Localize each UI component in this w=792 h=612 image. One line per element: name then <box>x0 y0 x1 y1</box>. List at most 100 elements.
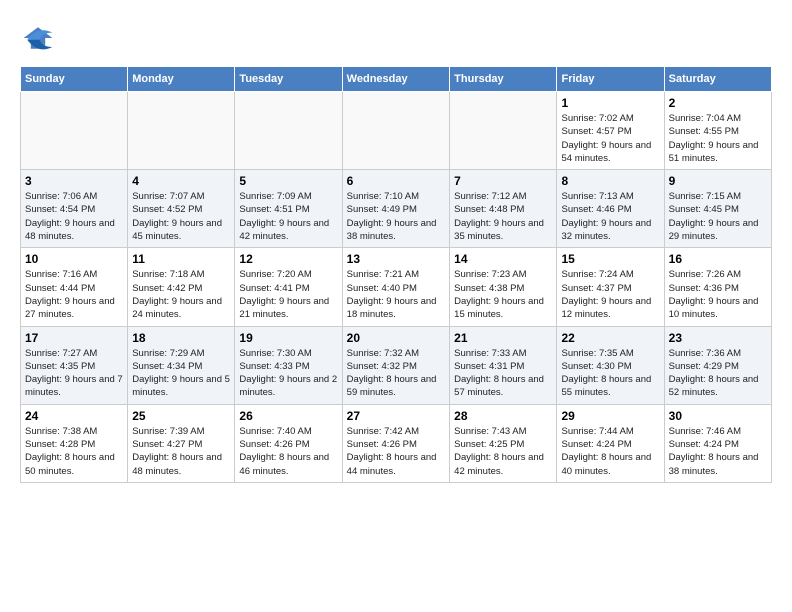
day-info: Sunrise: 7:24 AM Sunset: 4:37 PM Dayligh… <box>561 268 659 321</box>
calendar-cell: 7 Sunrise: 7:12 AM Sunset: 4:48 PM Daylig… <box>450 170 557 248</box>
day-info: Sunrise: 7:40 AM Sunset: 4:26 PM Dayligh… <box>239 425 337 478</box>
calendar-cell: 18 Sunrise: 7:29 AM Sunset: 4:34 PM Dayli… <box>128 326 235 404</box>
day-info: Sunrise: 7:43 AM Sunset: 4:25 PM Dayligh… <box>454 425 552 478</box>
calendar-cell <box>342 92 449 170</box>
col-header-tuesday: Tuesday <box>235 67 342 92</box>
day-number: 25 <box>132 409 230 423</box>
day-info: Sunrise: 7:13 AM Sunset: 4:46 PM Dayligh… <box>561 190 659 243</box>
logo-icon <box>20 20 56 56</box>
day-info: Sunrise: 7:21 AM Sunset: 4:40 PM Dayligh… <box>347 268 445 321</box>
day-number: 22 <box>561 331 659 345</box>
day-number: 5 <box>239 174 337 188</box>
calendar-cell: 2 Sunrise: 7:04 AM Sunset: 4:55 PM Daylig… <box>664 92 771 170</box>
calendar-cell <box>21 92 128 170</box>
calendar-cell: 21 Sunrise: 7:33 AM Sunset: 4:31 PM Dayli… <box>450 326 557 404</box>
day-info: Sunrise: 7:35 AM Sunset: 4:30 PM Dayligh… <box>561 347 659 400</box>
calendar-cell: 13 Sunrise: 7:21 AM Sunset: 4:40 PM Dayli… <box>342 248 449 326</box>
col-header-monday: Monday <box>128 67 235 92</box>
day-number: 6 <box>347 174 445 188</box>
day-info: Sunrise: 7:30 AM Sunset: 4:33 PM Dayligh… <box>239 347 337 400</box>
calendar-cell <box>235 92 342 170</box>
col-header-sunday: Sunday <box>21 67 128 92</box>
day-info: Sunrise: 7:38 AM Sunset: 4:28 PM Dayligh… <box>25 425 123 478</box>
day-info: Sunrise: 7:09 AM Sunset: 4:51 PM Dayligh… <box>239 190 337 243</box>
calendar-cell: 19 Sunrise: 7:30 AM Sunset: 4:33 PM Dayli… <box>235 326 342 404</box>
day-info: Sunrise: 7:07 AM Sunset: 4:52 PM Dayligh… <box>132 190 230 243</box>
day-number: 10 <box>25 252 123 266</box>
logo <box>20 20 62 56</box>
day-info: Sunrise: 7:18 AM Sunset: 4:42 PM Dayligh… <box>132 268 230 321</box>
day-number: 12 <box>239 252 337 266</box>
day-info: Sunrise: 7:16 AM Sunset: 4:44 PM Dayligh… <box>25 268 123 321</box>
calendar-cell <box>128 92 235 170</box>
col-header-saturday: Saturday <box>664 67 771 92</box>
day-number: 18 <box>132 331 230 345</box>
day-number: 19 <box>239 331 337 345</box>
calendar-week-5: 24 Sunrise: 7:38 AM Sunset: 4:28 PM Dayli… <box>21 404 772 482</box>
day-number: 13 <box>347 252 445 266</box>
day-number: 30 <box>669 409 767 423</box>
calendar-cell: 29Sunrise: 7:44 AM Sunset: 4:24 PM Dayli… <box>557 404 664 482</box>
day-number: 7 <box>454 174 552 188</box>
col-header-thursday: Thursday <box>450 67 557 92</box>
calendar-cell: 28 Sunrise: 7:43 AM Sunset: 4:25 PM Dayli… <box>450 404 557 482</box>
day-info: Sunrise: 7:33 AM Sunset: 4:31 PM Dayligh… <box>454 347 552 400</box>
day-info: Sunrise: 7:44 AM Sunset: 4:24 PM Dayligh… <box>561 425 659 478</box>
calendar-cell: 14 Sunrise: 7:23 AM Sunset: 4:38 PM Dayli… <box>450 248 557 326</box>
calendar-cell: 30 Sunrise: 7:46 AM Sunset: 4:24 PM Dayli… <box>664 404 771 482</box>
calendar-cell: 1 Sunrise: 7:02 AM Sunset: 4:57 PM Daylig… <box>557 92 664 170</box>
col-header-wednesday: Wednesday <box>342 67 449 92</box>
calendar-cell: 25Sunrise: 7:39 AM Sunset: 4:27 PM Dayli… <box>128 404 235 482</box>
page-header <box>20 20 772 56</box>
day-number: 1 <box>561 96 659 110</box>
calendar-cell: 15 Sunrise: 7:24 AM Sunset: 4:37 PM Dayli… <box>557 248 664 326</box>
calendar: SundayMondayTuesdayWednesdayThursdayFrid… <box>20 66 772 483</box>
day-number: 20 <box>347 331 445 345</box>
day-number: 21 <box>454 331 552 345</box>
calendar-cell: 26 Sunrise: 7:40 AM Sunset: 4:26 PM Dayli… <box>235 404 342 482</box>
day-info: Sunrise: 7:36 AM Sunset: 4:29 PM Dayligh… <box>669 347 767 400</box>
day-info: Sunrise: 7:26 AM Sunset: 4:36 PM Dayligh… <box>669 268 767 321</box>
calendar-cell: 17Sunrise: 7:27 AM Sunset: 4:35 PM Dayli… <box>21 326 128 404</box>
day-number: 2 <box>669 96 767 110</box>
day-info: Sunrise: 7:02 AM Sunset: 4:57 PM Dayligh… <box>561 112 659 165</box>
calendar-cell: 23Sunrise: 7:36 AM Sunset: 4:29 PM Dayli… <box>664 326 771 404</box>
day-info: Sunrise: 7:46 AM Sunset: 4:24 PM Dayligh… <box>669 425 767 478</box>
calendar-cell: 4 Sunrise: 7:07 AM Sunset: 4:52 PM Daylig… <box>128 170 235 248</box>
day-info: Sunrise: 7:04 AM Sunset: 4:55 PM Dayligh… <box>669 112 767 165</box>
calendar-cell: 11 Sunrise: 7:18 AM Sunset: 4:42 PM Dayli… <box>128 248 235 326</box>
day-number: 24 <box>25 409 123 423</box>
calendar-week-4: 17Sunrise: 7:27 AM Sunset: 4:35 PM Dayli… <box>21 326 772 404</box>
day-info: Sunrise: 7:06 AM Sunset: 4:54 PM Dayligh… <box>25 190 123 243</box>
day-number: 28 <box>454 409 552 423</box>
calendar-cell: 9Sunrise: 7:15 AM Sunset: 4:45 PM Daylig… <box>664 170 771 248</box>
calendar-cell: 12 Sunrise: 7:20 AM Sunset: 4:41 PM Dayli… <box>235 248 342 326</box>
day-number: 11 <box>132 252 230 266</box>
col-header-friday: Friday <box>557 67 664 92</box>
day-info: Sunrise: 7:12 AM Sunset: 4:48 PM Dayligh… <box>454 190 552 243</box>
calendar-header-row: SundayMondayTuesdayWednesdayThursdayFrid… <box>21 67 772 92</box>
day-number: 4 <box>132 174 230 188</box>
day-number: 15 <box>561 252 659 266</box>
day-number: 16 <box>669 252 767 266</box>
calendar-cell: 27 Sunrise: 7:42 AM Sunset: 4:26 PM Dayli… <box>342 404 449 482</box>
calendar-cell: 8 Sunrise: 7:13 AM Sunset: 4:46 PM Daylig… <box>557 170 664 248</box>
calendar-cell: 6Sunrise: 7:10 AM Sunset: 4:49 PM Daylig… <box>342 170 449 248</box>
day-number: 14 <box>454 252 552 266</box>
day-info: Sunrise: 7:20 AM Sunset: 4:41 PM Dayligh… <box>239 268 337 321</box>
day-number: 26 <box>239 409 337 423</box>
calendar-cell: 24 Sunrise: 7:38 AM Sunset: 4:28 PM Dayli… <box>21 404 128 482</box>
day-number: 8 <box>561 174 659 188</box>
calendar-cell: 3Sunrise: 7:06 AM Sunset: 4:54 PM Daylig… <box>21 170 128 248</box>
day-info: Sunrise: 7:23 AM Sunset: 4:38 PM Dayligh… <box>454 268 552 321</box>
day-info: Sunrise: 7:32 AM Sunset: 4:32 PM Dayligh… <box>347 347 445 400</box>
day-info: Sunrise: 7:29 AM Sunset: 4:34 PM Dayligh… <box>132 347 230 400</box>
day-number: 9 <box>669 174 767 188</box>
calendar-cell: 22 Sunrise: 7:35 AM Sunset: 4:30 PM Dayli… <box>557 326 664 404</box>
calendar-cell: 16 Sunrise: 7:26 AM Sunset: 4:36 PM Dayli… <box>664 248 771 326</box>
calendar-cell: 5 Sunrise: 7:09 AM Sunset: 4:51 PM Daylig… <box>235 170 342 248</box>
calendar-week-2: 3Sunrise: 7:06 AM Sunset: 4:54 PM Daylig… <box>21 170 772 248</box>
day-info: Sunrise: 7:42 AM Sunset: 4:26 PM Dayligh… <box>347 425 445 478</box>
day-info: Sunrise: 7:27 AM Sunset: 4:35 PM Dayligh… <box>25 347 123 400</box>
day-number: 27 <box>347 409 445 423</box>
